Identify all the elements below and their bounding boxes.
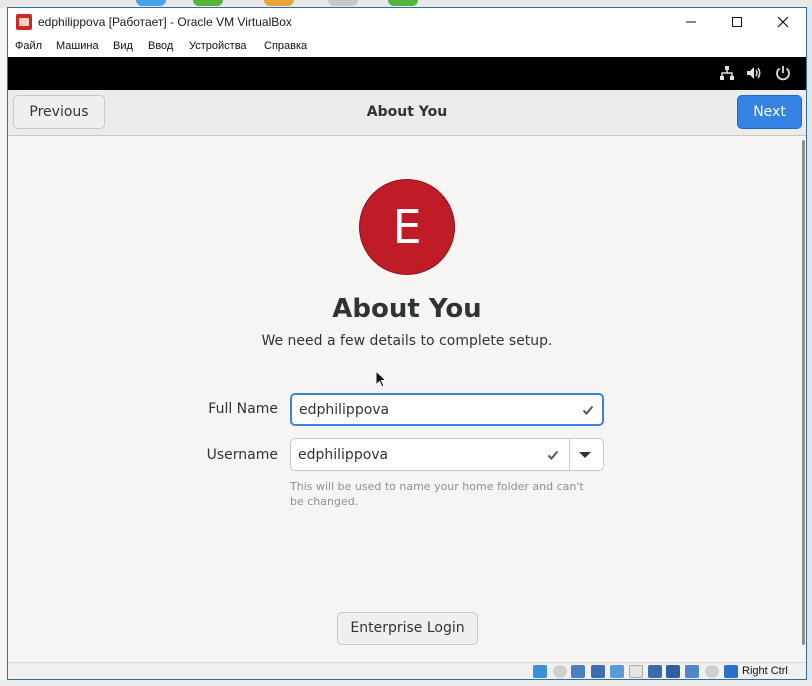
chevron-down-icon[interactable]: [579, 452, 591, 458]
shared-folders-icon[interactable]: [591, 665, 605, 678]
dropdown-separator: [569, 439, 570, 470]
power-icon[interactable]: [774, 64, 792, 82]
enterprise-login-button[interactable]: Enterprise Login: [337, 612, 478, 645]
scrollbar-thumb[interactable]: [802, 140, 805, 645]
header-bar: Previous About You Next: [8, 90, 806, 136]
check-icon: [582, 405, 594, 415]
keyboard-capture-icon[interactable]: [724, 665, 738, 678]
menu-help[interactable]: Справка: [264, 40, 307, 52]
menu-input[interactable]: Ввод: [148, 40, 173, 52]
username-hint: This will be used to name your home fold…: [290, 480, 584, 508]
full-name-value: edphilippova: [299, 402, 390, 418]
gnome-top-bar: [8, 57, 806, 90]
maximize-button[interactable]: [714, 8, 760, 37]
desktop-icon: [264, 0, 294, 6]
mouse-cursor-icon: [375, 370, 387, 388]
cpu-icon[interactable]: [685, 665, 699, 678]
page-heading: About You: [332, 294, 482, 324]
network-icon[interactable]: [718, 64, 736, 82]
check-icon: [547, 450, 559, 460]
next-button[interactable]: Next: [737, 95, 802, 129]
menu-view[interactable]: Вид: [113, 40, 133, 52]
page-subtitle: We need a few details to complete setup.: [261, 333, 553, 349]
optical-drive-icon[interactable]: [533, 665, 547, 678]
virtualbox-icon: [16, 14, 32, 30]
minimize-button[interactable]: [668, 8, 714, 37]
desktop-icon: [388, 0, 418, 6]
status-bar: Right Ctrl: [8, 662, 806, 679]
volume-icon[interactable]: [745, 64, 763, 82]
audio-icon[interactable]: [553, 665, 567, 678]
desktop-icon: [193, 0, 223, 6]
title-bar[interactable]: edphilippova [Работает] - Oracle VM Virt…: [8, 8, 806, 37]
network-icon[interactable]: [610, 665, 624, 678]
close-button[interactable]: [760, 8, 806, 37]
menu-file[interactable]: Файл: [15, 40, 42, 52]
usb-icon[interactable]: [571, 665, 585, 678]
username-label: Username: [206, 447, 278, 463]
menu-bar: Файл Машина Вид Ввод Устройства Справка: [8, 37, 806, 57]
full-name-label: Full Name: [208, 401, 278, 417]
close-icon: [777, 16, 789, 28]
virtualbox-window: edphilippova [Работает] - Oracle VM Virt…: [7, 7, 807, 680]
host-key-label: Right Ctrl: [742, 665, 788, 677]
header-title: About You: [366, 104, 448, 120]
mouse-integration-icon[interactable]: [705, 665, 719, 678]
vm-display: Previous About You Next E About You We n…: [8, 90, 806, 662]
desktop-background-bottom: [0, 680, 812, 686]
minimize-icon: [686, 21, 696, 23]
window-title: edphilippova [Работает] - Oracle VM Virt…: [38, 15, 292, 29]
full-name-field[interactable]: edphilippova: [290, 393, 604, 426]
menu-machine[interactable]: Машина: [56, 40, 99, 52]
recording-icon[interactable]: [648, 665, 662, 678]
avatar[interactable]: E: [359, 179, 455, 275]
username-value: edphilippova: [298, 447, 389, 463]
username-combo[interactable]: edphilippova: [290, 438, 604, 471]
display-icon[interactable]: [629, 665, 643, 678]
menu-devices[interactable]: Устройства: [189, 40, 247, 52]
maximize-icon: [732, 17, 742, 27]
desktop-icon: [136, 0, 166, 6]
vm-state-icon[interactable]: [666, 665, 680, 678]
desktop-icon: [328, 0, 358, 6]
